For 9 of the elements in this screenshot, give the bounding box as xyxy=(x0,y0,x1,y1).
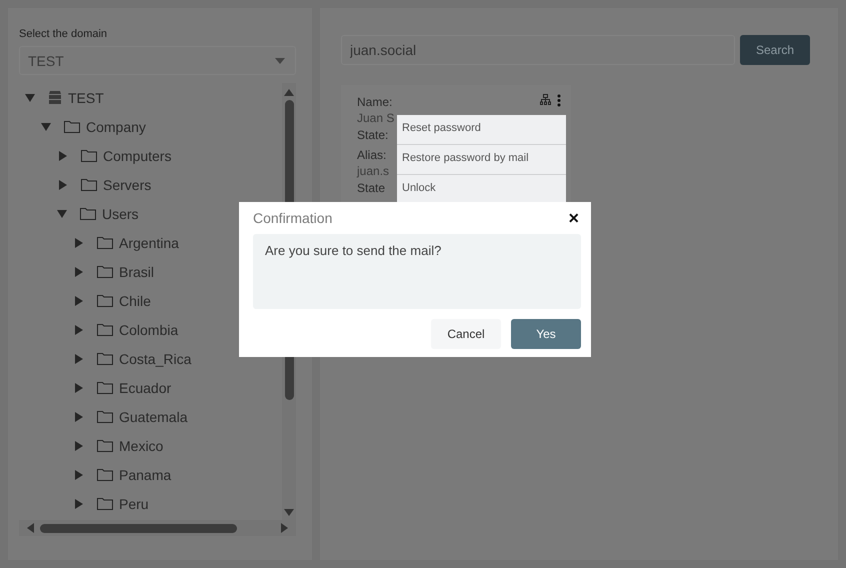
dialog-title: Confirmation xyxy=(253,210,332,226)
field-value: juan.s xyxy=(357,163,390,179)
field-label: State xyxy=(357,180,386,196)
dialog-message: Are you sure to send the mail? xyxy=(253,234,581,309)
field-label: Alias: xyxy=(357,147,386,163)
field-value: Juan S xyxy=(357,110,394,126)
field-label: Select the domain xyxy=(19,27,108,41)
field-label: State: xyxy=(357,127,388,143)
field-label: Name: xyxy=(357,94,392,110)
